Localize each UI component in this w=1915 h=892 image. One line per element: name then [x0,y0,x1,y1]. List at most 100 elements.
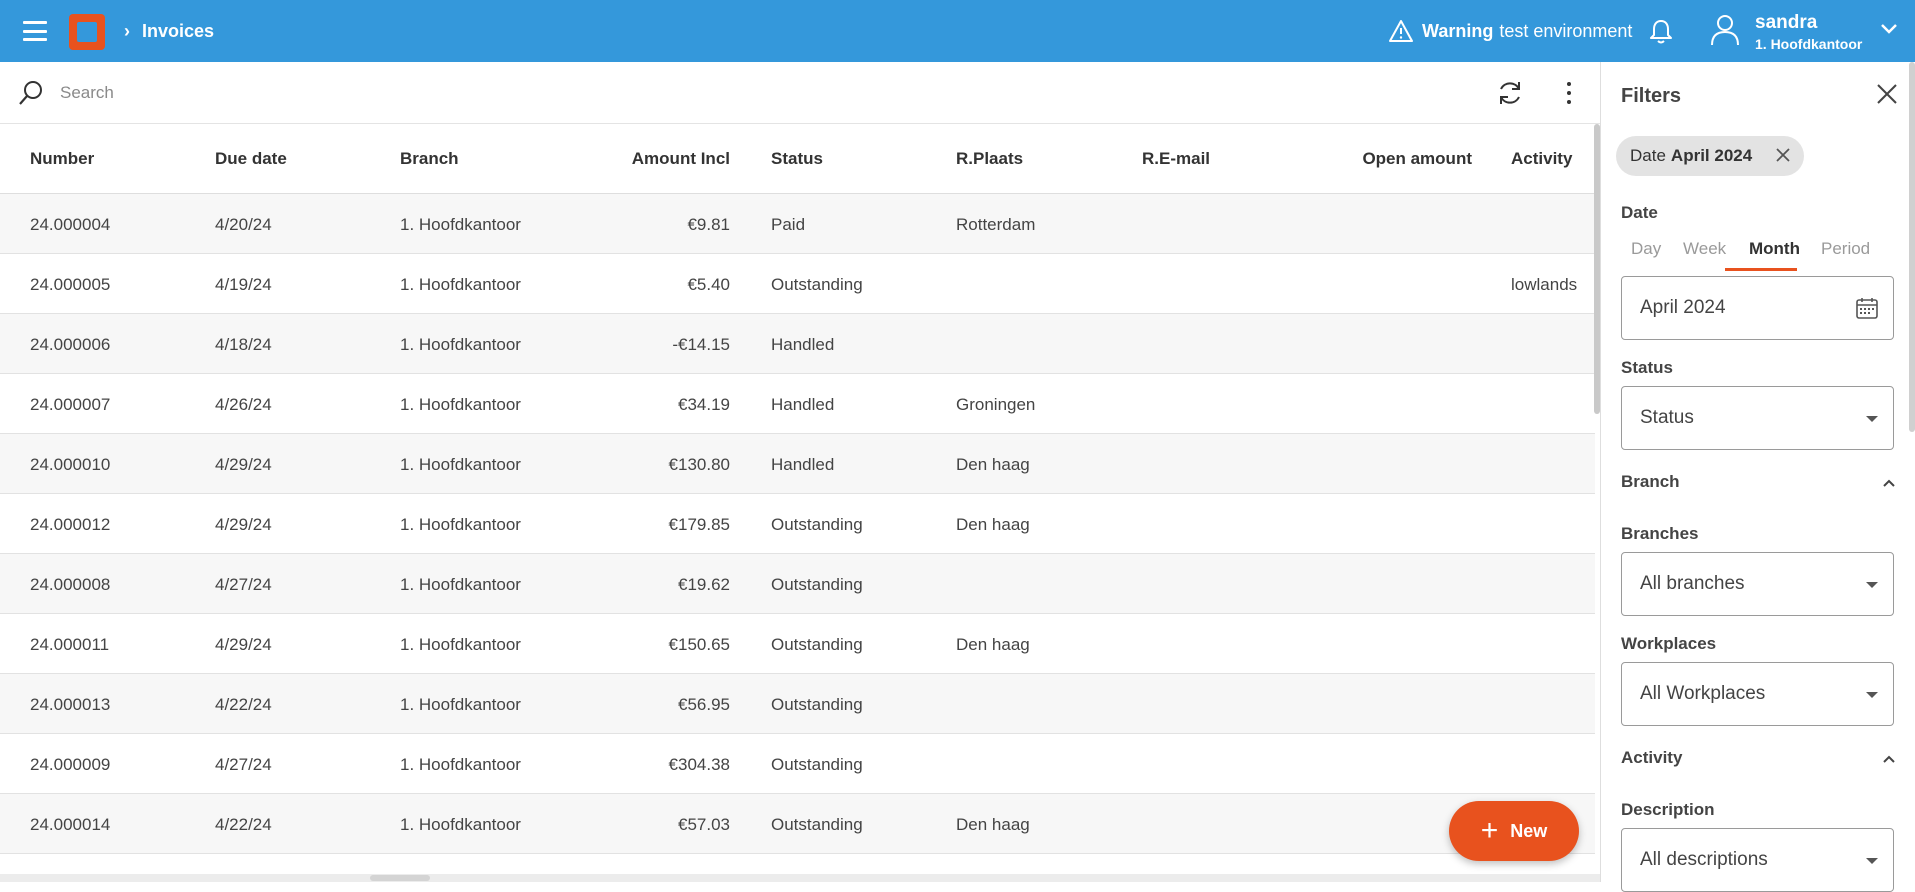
column-header-activity[interactable]: Activity [1511,149,1572,169]
table-row[interactable]: 24.000014 4/22/24 1. Hoofdkantoor €57.03 Out… [0,794,1595,854]
filters-panel: Filters Date April 2024 Date Day Week Mo… [1600,62,1915,892]
table-row[interactable]: 24.000009 4/27/24 1. Hoofdkantoor €304.38 Ou… [0,734,1595,794]
calendar-icon[interactable] [1855,296,1879,320]
table-body: 24.000004 4/20/24 1. Hoofdkantoor €9.81 Paid… [0,194,1595,854]
active-filter-chip-date[interactable]: Date April 2024 [1616,136,1804,176]
cell-status: Outstanding [771,275,863,294]
cell-branch: 1. Hoofdkantoor [400,755,521,774]
cell-amount-incl: €5.40 [687,275,730,294]
cell-status: Outstanding [771,815,863,834]
refresh-icon[interactable] [1495,78,1525,108]
dropdown-caret-icon [1866,692,1878,698]
chevron-up-icon[interactable] [1882,478,1896,488]
cell-branch: 1. Hoofdkantoor [400,635,521,654]
breadcrumb-title[interactable]: Invoices [142,21,214,42]
user-avatar-icon[interactable] [1710,13,1740,47]
date-picker-field[interactable]: April 2024 [1621,276,1894,340]
cell-due-date: 4/29/24 [215,635,272,654]
tab-period[interactable]: Period [1821,239,1870,259]
cell-amount-incl: -€14.15 [672,335,730,354]
new-button-label: New [1510,820,1548,841]
more-options-icon[interactable] [1557,78,1581,108]
horizontal-scrollbar-thumb[interactable] [370,875,430,881]
app-logo[interactable] [69,14,105,50]
cell-r-plaats: Den haag [956,515,1030,534]
cell-branch: 1. Hoofdkantoor [400,215,521,234]
active-tab-indicator [1725,268,1797,271]
hamburger-menu-icon[interactable] [20,18,50,44]
table-row[interactable]: 24.000012 4/29/24 1. Hoofdkantoor €179.85 Ou… [0,494,1595,554]
cell-amount-incl: €179.85 [668,515,730,534]
column-header-open-amount[interactable]: Open amount [1320,149,1472,169]
filters-scrollbar[interactable] [1909,62,1915,432]
description-label: Description [1621,800,1715,819]
table-row[interactable]: 24.000008 4/27/24 1. Hoofdkantoor €19.62 Out… [0,554,1595,614]
close-icon[interactable] [1873,80,1901,108]
cell-number: 24.000007 [30,395,111,414]
cell-amount-incl: €9.81 [687,215,730,234]
workplaces-select[interactable]: All Workplaces [1621,662,1894,726]
cell-r-plaats: Rotterdam [956,215,1036,234]
column-header-number[interactable]: Number [30,149,94,169]
warning-label: Warning [1422,20,1494,41]
notifications-bell-icon[interactable] [1648,17,1674,45]
description-select[interactable]: All descriptions [1621,828,1894,892]
horizontal-scrollbar-track[interactable] [0,874,1600,882]
cell-due-date: 4/18/24 [215,335,272,354]
user-name[interactable]: sandra [1755,12,1817,34]
column-header-amount-incl[interactable]: Amount Incl [580,149,730,169]
table-row[interactable]: 24.000006 4/18/24 1. Hoofdkantoor -€14.15 Ha… [0,314,1595,374]
warning-icon [1389,20,1413,42]
description-select-value: All descriptions [1640,849,1768,870]
cell-branch: 1. Hoofdkantoor [400,335,521,354]
branches-select[interactable]: All branches [1621,552,1894,616]
table-header: Number Due date Branch Amount Incl Statu… [0,124,1595,194]
cell-r-plaats: Den haag [956,455,1030,474]
cell-branch: 1. Hoofdkantoor [400,815,521,834]
table-row[interactable]: 24.000004 4/20/24 1. Hoofdkantoor €9.81 Paid… [0,194,1595,254]
chip-label: Date [1630,146,1666,165]
branch-section-header[interactable]: Branch [1621,472,1901,496]
status-select[interactable]: Status [1621,386,1894,450]
table-row[interactable]: 24.000011 4/29/24 1. Hoofdkantoor €150.65 Ou… [0,614,1595,674]
branches-label: Branches [1621,524,1699,543]
cell-due-date: 4/22/24 [215,815,272,834]
cell-number: 24.000006 [30,335,111,354]
cell-due-date: 4/29/24 [215,455,272,474]
tab-week[interactable]: Week [1683,239,1726,259]
table-row[interactable]: 24.000013 4/22/24 1. Hoofdkantoor €56.95 Out… [0,674,1595,734]
table-row[interactable]: 24.000010 4/29/24 1. Hoofdkantoor €130.80 Ha… [0,434,1595,494]
dropdown-caret-icon [1866,582,1878,588]
cell-due-date: 4/29/24 [215,515,272,534]
search-icon[interactable] [17,79,45,107]
new-invoice-button[interactable]: + New [1449,801,1579,861]
plus-icon: + [1480,814,1499,847]
date-picker-value: April 2024 [1640,297,1726,318]
breadcrumb-chevron-icon: › [124,21,130,41]
user-branch[interactable]: 1. Hoofdkantoor [1755,36,1862,52]
activity-section-header[interactable]: Activity [1621,748,1901,772]
column-header-due-date[interactable]: Due date [215,149,287,169]
activity-section-label: Activity [1621,748,1683,767]
cell-amount-incl: €150.65 [668,635,730,654]
cell-status: Paid [771,215,806,234]
cell-activity: lowlands [1511,275,1578,294]
cell-number: 24.000013 [30,695,111,714]
chevron-down-icon[interactable] [1880,22,1898,36]
remove-filter-icon[interactable] [1774,146,1792,164]
table-row[interactable]: 24.000005 4/19/24 1. Hoofdkantoor €5.40 Outs… [0,254,1595,314]
column-header-status[interactable]: Status [771,149,823,169]
cell-due-date: 4/27/24 [215,575,272,594]
tab-day[interactable]: Day [1631,239,1661,259]
status-label: Status [1621,358,1673,377]
column-header-r-email[interactable]: R.E-mail [1142,149,1210,169]
tab-month[interactable]: Month [1749,239,1800,259]
column-header-branch[interactable]: Branch [400,149,459,169]
chevron-up-icon[interactable] [1882,754,1896,764]
search-bar [0,62,1600,124]
search-input[interactable] [60,76,960,110]
table-row[interactable]: 24.000007 4/26/24 1. Hoofdkantoor €34.19 Han… [0,374,1595,434]
cell-amount-incl: €57.03 [678,815,730,834]
cell-number: 24.000011 [30,635,110,654]
column-header-r-plaats[interactable]: R.Plaats [956,149,1023,169]
